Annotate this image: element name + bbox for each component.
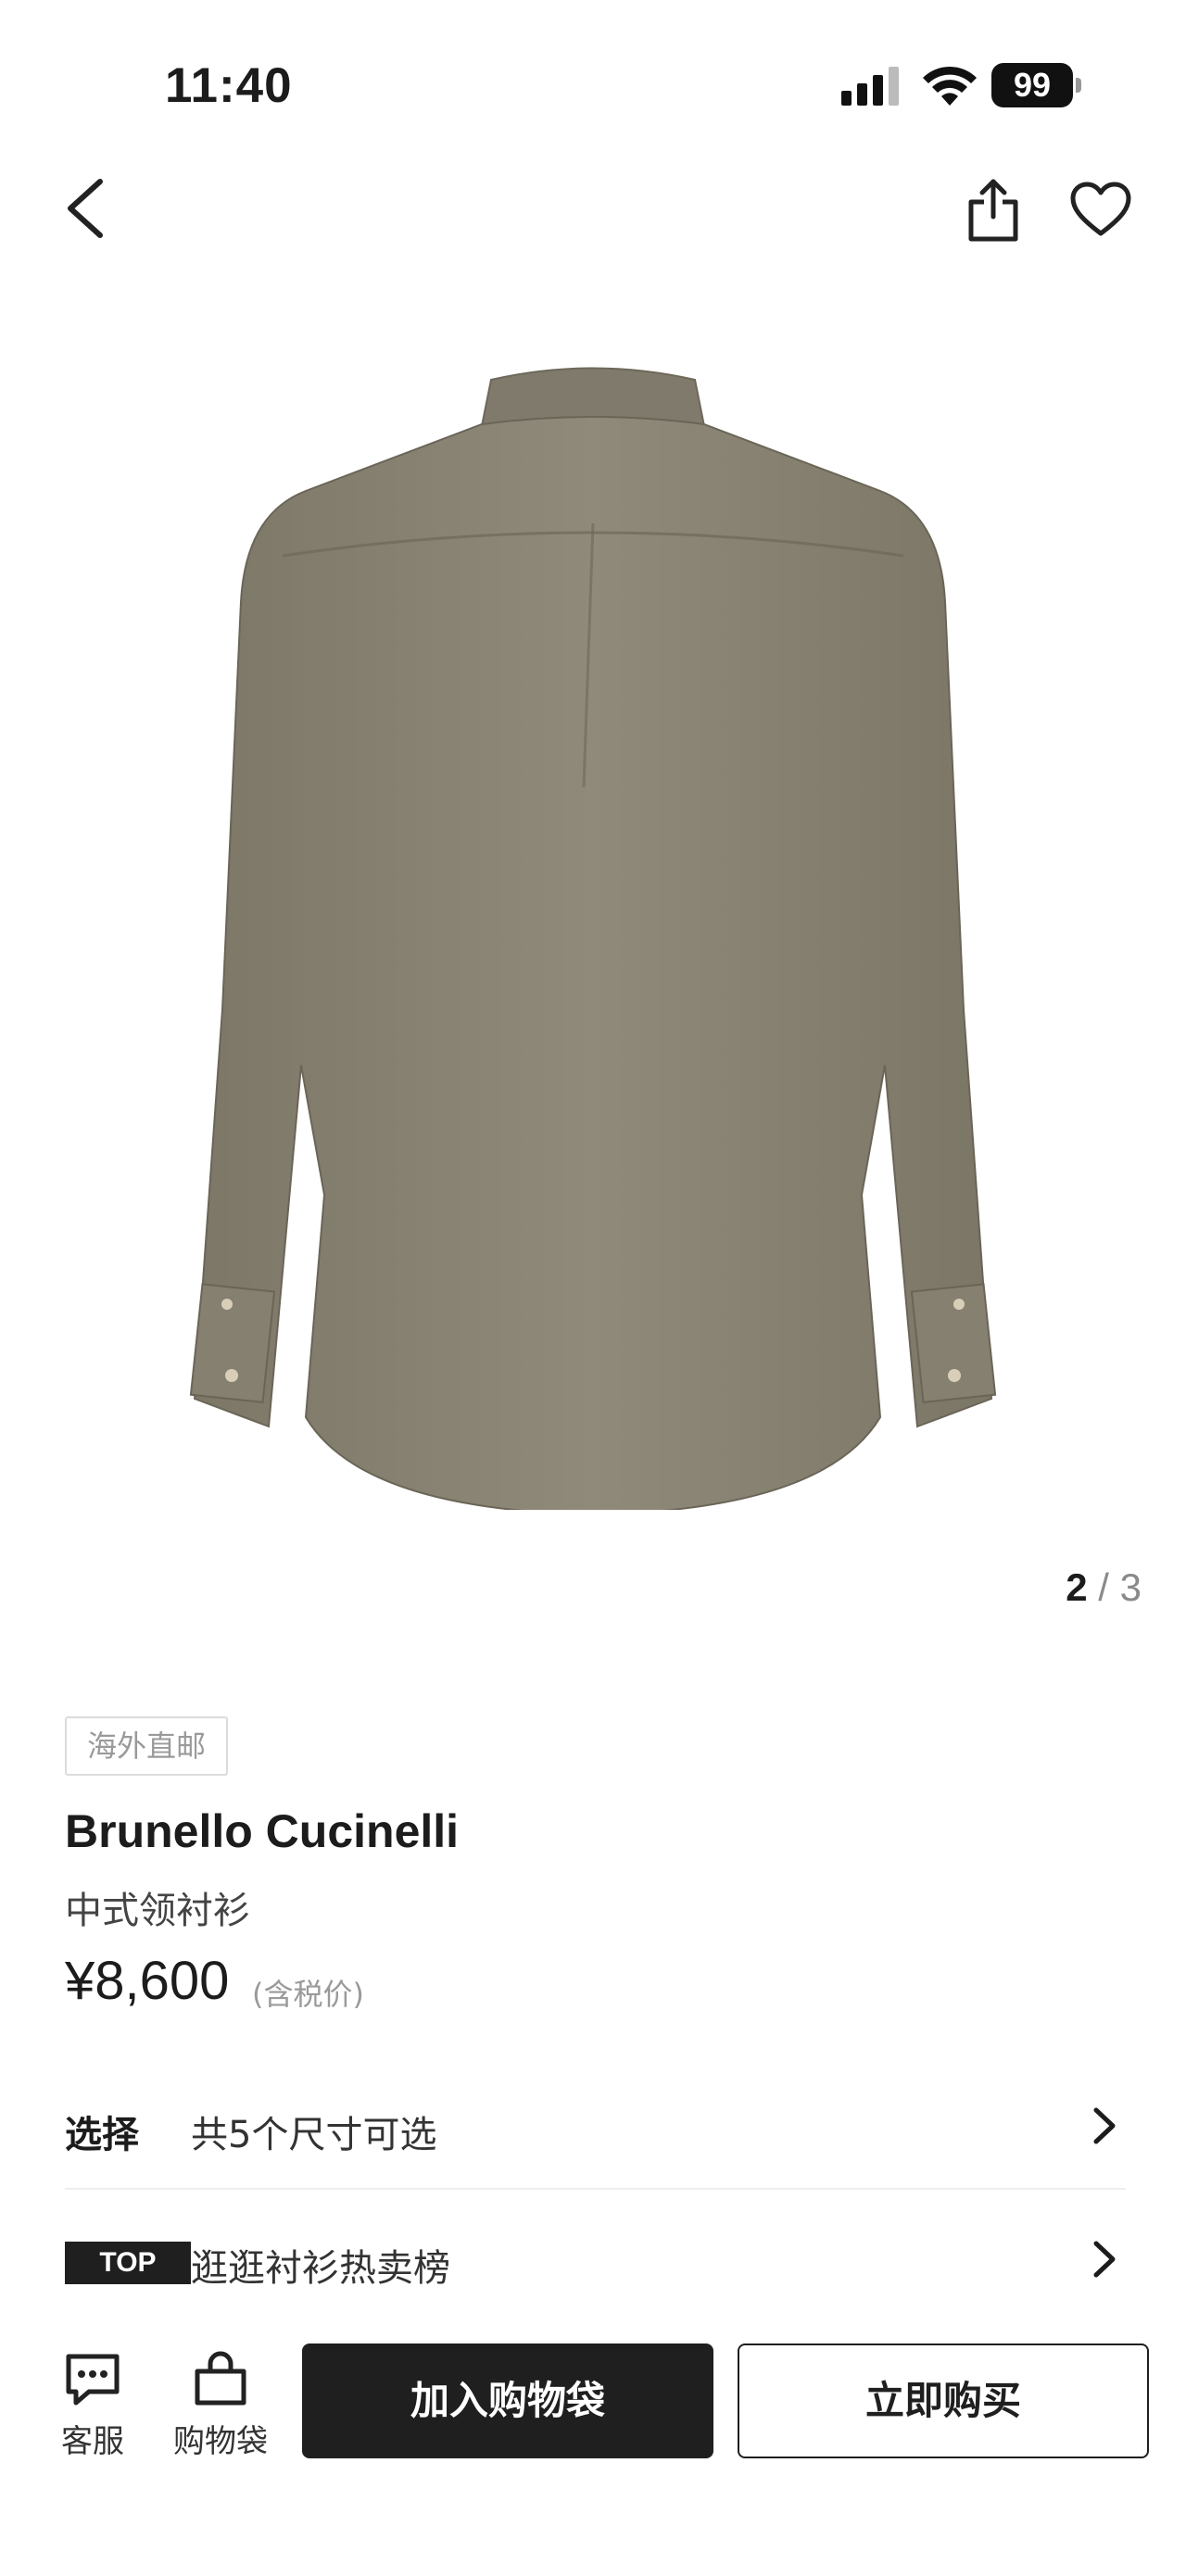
share-icon[interactable]: [964, 176, 1023, 243]
shopping-bag-label: 购物袋: [173, 2423, 268, 2460]
tax-note: (含税价): [252, 1977, 364, 2012]
brand-name[interactable]: Brunello Cucinelli: [65, 1804, 459, 1858]
image-counter-total: 3: [1119, 1565, 1142, 1609]
select-label: 选择: [65, 2114, 139, 2156]
wifi-icon: [923, 66, 977, 106]
image-counter-current: 2: [1066, 1565, 1088, 1609]
image-counter-separator: /: [1098, 1565, 1109, 1609]
select-text: 共5个尺寸可选: [191, 2114, 437, 2156]
shopping-bag-icon: [195, 2351, 246, 2406]
heart-icon[interactable]: [1069, 182, 1132, 237]
add-to-bag-button[interactable]: 加入购物袋: [302, 2344, 713, 2458]
image-counter: 2 / 3: [1066, 1565, 1142, 1610]
top-tag: TOP: [65, 2242, 191, 2284]
product-name: 中式领衬衫: [65, 1890, 250, 1932]
status-time: 11:40: [165, 58, 293, 113]
buy-now-button[interactable]: 立即购买: [738, 2344, 1149, 2458]
shopping-bag-button[interactable]: 购物袋: [165, 2351, 276, 2460]
signal-icon: [841, 67, 899, 106]
battery-icon: 99: [991, 63, 1082, 107]
customer-service-button[interactable]: 客服: [57, 2351, 128, 2460]
size-select-row[interactable]: 选择 共5个尺寸可选: [65, 2067, 1126, 2190]
back-arrow-icon[interactable]: [57, 176, 113, 241]
chat-icon: [66, 2354, 120, 2406]
shirt-body: [193, 416, 993, 1510]
product-image[interactable]: [102, 361, 1084, 1510]
top-ranking-row[interactable]: TOP 逛逛衬衫热卖榜: [65, 2201, 1126, 2321]
price: ¥8,600: [65, 1951, 230, 2011]
battery-level: 99: [991, 63, 1073, 107]
chevron-right-icon: [1093, 2241, 1116, 2278]
customer-service-label: 客服: [61, 2423, 124, 2460]
shipping-badge: 海外直邮: [65, 1716, 229, 1776]
chevron-right-icon: [1093, 2107, 1116, 2144]
top-ranking-text: 逛逛衬衫热卖榜: [191, 2247, 450, 2290]
